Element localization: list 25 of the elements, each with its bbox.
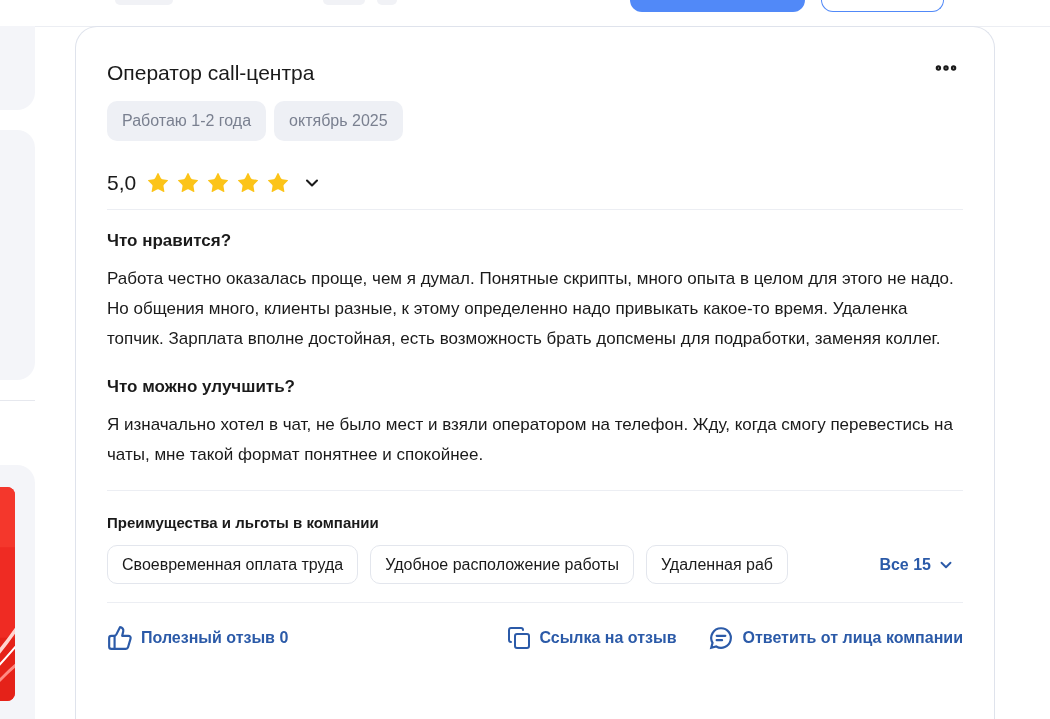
star-icon <box>206 171 231 195</box>
review-title: Оператор call-центра <box>107 60 315 86</box>
star-icon <box>176 171 201 195</box>
tag: Работаю 1-2 года <box>107 101 267 141</box>
star-icon <box>146 171 171 195</box>
star-icon <box>266 171 291 195</box>
benefit-chip: Удобное расположение работы <box>370 545 634 584</box>
benefit-chip: Удаленная раб <box>645 545 788 584</box>
chat-bubble-icon <box>708 625 735 651</box>
helpful-button[interactable]: Полезный отзыв 0 <box>107 625 289 651</box>
tag: октябрь 2025 <box>274 101 403 141</box>
benefit-chip: Своевременная оплата труда <box>107 545 359 584</box>
thumbs-up-icon <box>107 625 133 651</box>
review-text: Работа честно оказалась проще, чем я думал. Понятные скрипты, много опыта в целом для этого не надо. Но общения много, клиенты разные, к этому определенно надо привыкать какое-то время. Удаленка топчик. Зарплата вполне достойная, есть возможность брать допсмены для подработки, заменяя коллег. <box>107 268 955 350</box>
benefits-heading: Преимущества и льготы в компании <box>107 513 380 533</box>
action-button[interactable] <box>630 0 805 12</box>
show-all-button[interactable]: Все 15 <box>879 552 955 577</box>
review-link-button[interactable]: Ссылка на отзыв <box>507 626 677 650</box>
star-icon <box>236 171 261 195</box>
rating-value: 5,0 <box>107 170 137 197</box>
reply-button[interactable]: Ответить от лица компании <box>708 625 963 651</box>
review-text: Я изначально хотел в чат, не было мест и взяли оператором на телефон. Жду, когда смогу перевестись на чаты, мне такой формат понятнее и спокойнее. <box>107 414 954 466</box>
section-heading: Что можно улучшить? <box>107 376 296 398</box>
section-heading: Что нравится? <box>107 230 233 252</box>
copy-icon <box>507 626 532 650</box>
